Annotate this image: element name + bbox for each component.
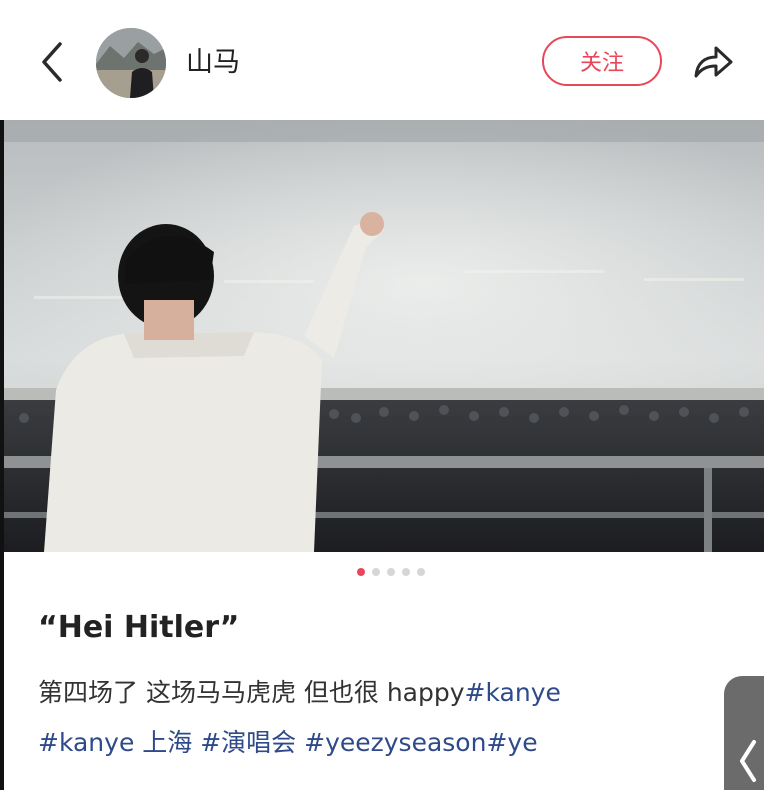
carousel-dot[interactable] (417, 568, 425, 576)
post-body-text: 第四场了 这场马马虎虎 但也很 happy (38, 678, 465, 707)
carousel-dot[interactable] (402, 568, 410, 576)
avatar[interactable] (96, 28, 166, 98)
chevron-left-icon (42, 42, 62, 82)
hashtag-link[interactable]: #yeezyseason (296, 728, 486, 757)
post-body-line-2: #kanye 上海 #演唱会 #yeezyseason#ye (38, 718, 718, 768)
post-body-line-1: 第四场了 这场马马虎虎 但也很 happy#kanye (38, 668, 718, 718)
post-detail-screen: 山马 关注 “Hei Hitler” 第四场了 这场马马虎虎 但也很 happy… (0, 0, 764, 790)
share-arrow-icon (694, 46, 733, 78)
carousel-dot[interactable] (387, 568, 395, 576)
carousel-indicator (0, 568, 764, 582)
avatar-image (96, 28, 166, 98)
hashtag-link[interactable]: #kanye 上海 (38, 728, 192, 757)
carousel-dot-active[interactable] (357, 568, 365, 576)
share-button[interactable] (690, 42, 736, 82)
post-body: 第四场了 这场马马虎虎 但也很 happy#kanye #kanye 上海 #演… (38, 668, 718, 768)
post-title: “Hei Hitler” (38, 610, 240, 645)
back-button[interactable] (34, 40, 70, 84)
hashtag-link[interactable]: #kanye (465, 678, 561, 707)
username[interactable]: 山马 (186, 46, 240, 80)
follow-button[interactable]: 关注 (542, 36, 662, 86)
post-header: 山马 关注 (0, 0, 764, 120)
carousel-dot[interactable] (372, 568, 380, 576)
hashtag-link[interactable]: #ye (486, 728, 537, 757)
concert-photo (4, 120, 764, 552)
post-photo[interactable] (4, 120, 764, 552)
hashtag-link[interactable]: #演唱会 (192, 728, 296, 757)
chevron-left-icon (740, 740, 756, 782)
